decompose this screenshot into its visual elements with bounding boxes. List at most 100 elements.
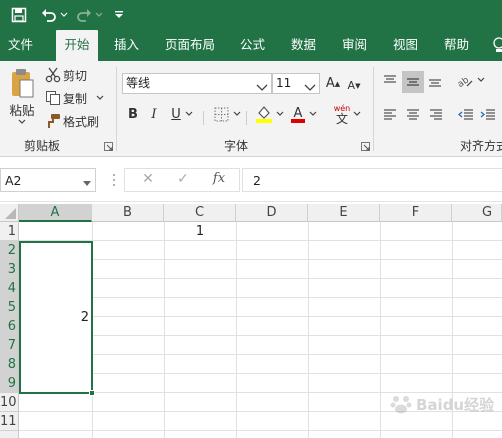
decrease-font-size-button[interactable]: A ▼ [346,75,362,96]
column-header[interactable]: B [92,204,164,222]
phonetic-guide-button[interactable]: wén 文 [331,101,353,127]
tab-home[interactable]: 开始 [56,30,98,61]
svg-text:A: A [294,106,303,121]
row-header[interactable]: 10 [0,393,19,412]
lightbulb-icon[interactable] [490,30,502,61]
paste-icon[interactable] [6,67,38,101]
gridline [380,222,381,438]
borders-dropdown-icon[interactable] [232,109,242,119]
copy-button[interactable]: 复制 [63,89,87,107]
chevron-down-icon[interactable] [304,79,316,98]
column-header[interactable]: E [308,204,380,222]
align-middle-icon[interactable] [402,71,424,93]
copy-dropdown-icon[interactable] [95,92,105,104]
customize-qat-icon[interactable] [112,4,126,26]
row-header[interactable]: 5 [0,298,19,317]
chevron-down-icon[interactable] [256,79,268,98]
formula-bar-grip-icon[interactable] [112,172,116,188]
row-header[interactable]: 11 [0,412,19,431]
select-all-button[interactable] [0,204,19,222]
column-header[interactable]: C [164,204,236,222]
row-header[interactable]: 1 [0,222,19,241]
paste-dropdown-icon[interactable] [16,117,28,127]
font-name-combo[interactable]: 等线 [122,73,272,94]
increase-font-size-button[interactable]: A ▲ [325,73,341,94]
column-header[interactable]: A [19,204,92,222]
align-left-icon[interactable] [381,105,399,125]
shrink-font-glyph: A [347,79,356,92]
font-launcher-icon[interactable] [360,141,370,151]
gridline [164,222,165,438]
tab-page-layout[interactable]: 页面布局 [161,30,219,61]
tab-formulas[interactable]: 公式 [236,30,269,61]
row-header[interactable]: 8 [0,355,19,374]
row-header[interactable]: 6 [0,317,19,336]
row-header[interactable]: 7 [0,336,19,355]
tab-data[interactable]: 数据 [287,30,320,61]
grow-font-glyph: A [325,76,335,91]
formula-input[interactable]: 2 [242,168,502,192]
enter-button[interactable]: ✓ [175,171,191,189]
orientation-dropdown-icon[interactable] [476,75,486,85]
undo-icon[interactable] [40,4,58,26]
cut-button[interactable]: 剪切 [63,66,87,84]
clipboard-group-label: 剪贴板 [24,139,61,153]
watermark-logo: Baidu经验 [390,392,500,416]
underline-dropdown-icon[interactable] [184,109,194,119]
tab-file[interactable]: 文件 [4,30,37,61]
paste-button[interactable]: 粘贴 [6,101,38,118]
redo-icon[interactable] [75,4,93,26]
decrease-indent-icon[interactable] [457,105,475,125]
font-divider [203,111,204,125]
italic-button[interactable]: I [148,105,160,123]
cancel-button[interactable]: ✕ [140,171,156,189]
format-painter-icon[interactable] [44,112,62,130]
align-bottom-icon[interactable] [426,71,444,91]
row-header[interactable]: 2 [0,241,19,260]
font-color-dropdown-icon[interactable] [308,109,318,119]
underline-button[interactable]: U [169,105,183,123]
gridline [308,222,309,438]
increase-indent-icon[interactable] [479,105,497,125]
font-size-combo[interactable]: 11 [272,73,320,94]
svg-text:ab: ab [457,75,471,89]
copy-icon[interactable] [44,89,62,107]
name-box[interactable]: A2 [0,168,96,192]
cell-c1[interactable]: 1 [164,223,236,240]
alignment-group-label: 对齐方式 [460,139,502,153]
orientation-icon[interactable]: ab [456,71,474,91]
title-bar [0,0,502,30]
ribbon: 粘贴 剪切 复制 格式刷 剪贴板 等线 11 A ▲ A ▼ B I U A w… [0,61,502,157]
row-header[interactable]: 9 [0,374,19,393]
tab-help[interactable]: 帮助 [440,30,473,61]
column-header[interactable]: D [236,204,308,222]
cut-icon[interactable] [44,66,62,84]
font-color-icon[interactable]: A [289,103,307,125]
chevron-down-icon[interactable] [83,176,91,190]
worksheet-grid[interactable]: A B C D E F G 1 2 3 4 5 6 7 8 9 10 11 1 … [0,204,502,438]
fill-color-dropdown-icon[interactable] [275,109,285,119]
format-painter-button[interactable]: 格式刷 [63,112,99,130]
undo-dropdown-icon[interactable] [59,4,69,26]
column-header[interactable]: G [452,204,502,222]
tab-insert[interactable]: 插入 [110,30,143,61]
fill-handle[interactable] [89,390,95,396]
save-icon[interactable] [8,4,30,26]
column-header[interactable]: F [380,204,452,222]
phonetic-dropdown-icon[interactable] [352,109,362,119]
bold-button[interactable]: B [126,105,140,123]
insert-function-button[interactable]: fx [209,171,229,189]
row-header[interactable]: 4 [0,279,19,298]
redo-dropdown-icon[interactable] [94,4,104,26]
align-center-icon[interactable] [404,105,422,125]
borders-icon[interactable] [212,105,230,123]
tab-review[interactable]: 审阅 [338,30,371,61]
cell-a2[interactable]: 2 [21,309,89,326]
row-header[interactable]: 3 [0,260,19,279]
fill-color-icon[interactable] [254,103,274,125]
gridline [19,430,502,431]
tab-view[interactable]: 视图 [389,30,422,61]
clipboard-launcher-icon[interactable] [103,141,113,151]
align-right-icon[interactable] [427,105,445,125]
align-top-icon[interactable] [381,71,399,91]
